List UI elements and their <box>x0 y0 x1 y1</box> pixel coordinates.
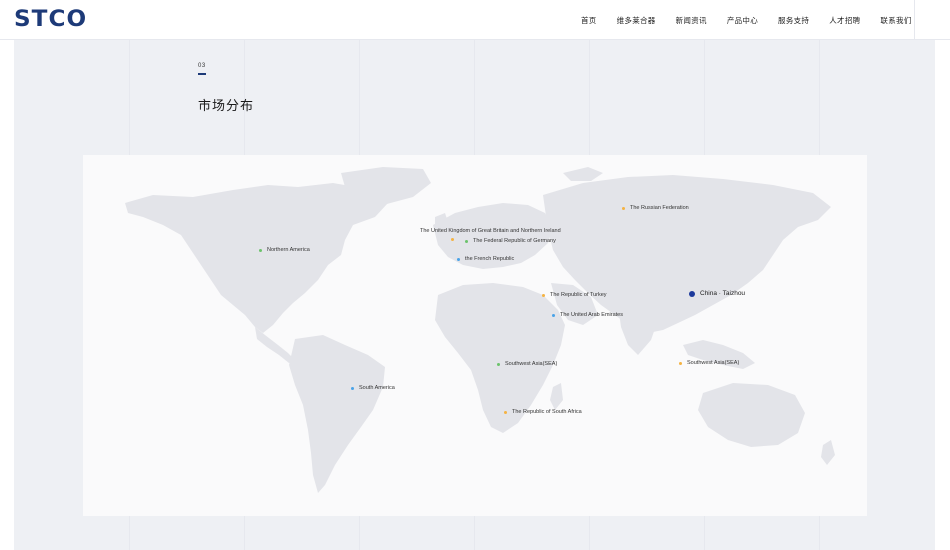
marker-label: South America <box>359 385 395 391</box>
marker-dot <box>451 238 454 241</box>
marker-label: the French Republic <box>465 256 515 262</box>
marker-dot <box>259 248 262 252</box>
marker-label: The Republic of South Africa <box>512 409 582 415</box>
marker-dot <box>622 206 625 210</box>
marker-dot <box>552 313 555 317</box>
marker-uk-dot[interactable] <box>451 238 459 241</box>
header-divider <box>914 0 915 40</box>
marker-france[interactable]: the French Republic <box>457 256 514 262</box>
marker-dot <box>497 362 500 366</box>
main-nav: 首页 维多莱合器 新闻资讯 产品中心 服务支持 人才招聘 联系我们 <box>560 0 922 40</box>
section-title: 市场分布 <box>198 98 255 113</box>
marker-label: The United Arab Emirates <box>560 312 623 318</box>
marker-dot-hq <box>689 290 695 297</box>
marker-turkey[interactable]: The Republic of Turkey <box>542 292 607 298</box>
marker-china-taizhou[interactable]: China · Taizhou <box>689 290 745 297</box>
nav-item-news[interactable]: 新闻资讯 <box>666 15 717 26</box>
marker-south-america[interactable]: South America <box>351 385 395 391</box>
marker-southwest-asia[interactable]: Southwest Asia(SEA) <box>497 361 557 367</box>
north-america-shape <box>125 183 388 333</box>
site-header: STCO 首页 维多莱合器 新闻资讯 产品中心 服务支持 人才招聘 联系我们 <box>0 0 950 40</box>
marker-label: The Republic of Turkey <box>550 292 607 298</box>
marker-label: The Russian Federation <box>630 205 689 211</box>
marker-germany[interactable]: The Federal Republic of Germany <box>465 238 556 244</box>
marker-dot <box>457 257 460 261</box>
nav-item-support[interactable]: 服务支持 <box>768 15 819 26</box>
marker-dot <box>351 386 354 390</box>
marker-uk-label[interactable]: The United Kingdom of Great Britain and … <box>420 228 561 234</box>
nav-item-careers[interactable]: 人才招聘 <box>819 15 870 26</box>
section-number: 03 <box>198 63 206 69</box>
madagascar-shape <box>550 383 563 410</box>
marker-label: The Federal Republic of Germany <box>473 238 556 244</box>
nav-item-home[interactable]: 首页 <box>560 15 607 26</box>
marker-dot <box>679 361 682 365</box>
marker-russia[interactable]: The Russian Federation <box>622 205 689 211</box>
marker-label: Northern America <box>267 247 310 253</box>
arctic-islands-shape <box>563 167 603 181</box>
marker-southeast-asia[interactable]: Southwest Asia(SEA) <box>679 360 739 366</box>
section-number-underline <box>198 73 206 75</box>
marker-south-africa[interactable]: The Republic of South Africa <box>504 409 582 415</box>
world-map <box>125 167 835 493</box>
new-zealand-shape <box>821 440 835 465</box>
nav-item-products-brand[interactable]: 维多莱合器 <box>607 15 666 26</box>
central-america-shape <box>255 327 295 363</box>
marker-label: Southwest Asia(SEA) <box>505 361 558 367</box>
marker-label: The United Kingdom of Great Britain and … <box>420 228 561 234</box>
marker-label: Southwest Asia(SEA) <box>687 360 740 366</box>
marker-dot <box>465 239 468 243</box>
brand-logo[interactable]: STCO <box>14 7 87 32</box>
nav-item-products[interactable]: 产品中心 <box>717 15 768 26</box>
australia-shape <box>698 383 805 447</box>
south-america-shape <box>289 335 385 493</box>
marker-dot <box>542 293 545 297</box>
marker-label: China · Taizhou <box>700 290 746 297</box>
marker-north-america[interactable]: Northern America <box>259 247 310 253</box>
marker-uae[interactable]: The United Arab Emirates <box>552 312 623 318</box>
marker-dot <box>504 410 507 414</box>
